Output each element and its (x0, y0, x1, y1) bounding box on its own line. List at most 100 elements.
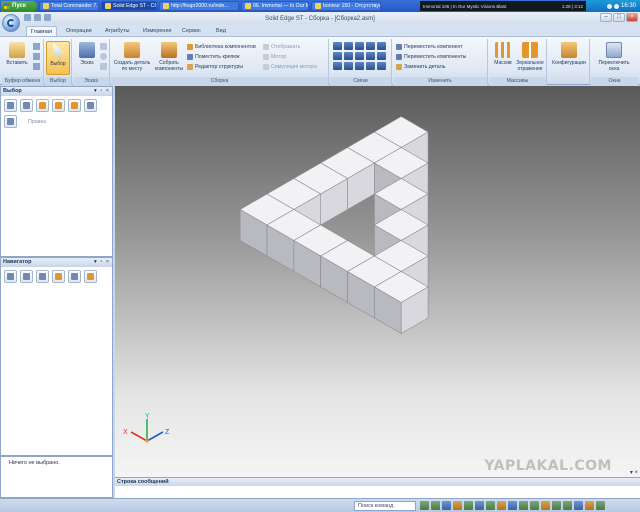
background-icon[interactable] (585, 501, 594, 510)
zoom-icon[interactable] (431, 501, 440, 510)
nav-tool-relations[interactable] (68, 270, 81, 283)
select-tools-row2: Правка (1, 112, 112, 128)
media-player-bar[interactable]: Immortal 106 | In Our Mystic Visions Bla… (420, 1, 586, 11)
taskbar-item[interactable]: Solid Edge ST - Сборк... (101, 1, 157, 11)
line-icon[interactable] (100, 63, 107, 70)
paste-button[interactable]: Вставить (4, 41, 30, 75)
circle-icon[interactable] (100, 53, 107, 60)
nav-tool-tree[interactable] (4, 270, 17, 283)
zoom-area-icon[interactable] (420, 501, 429, 510)
parallel-icon[interactable] (366, 52, 375, 60)
create-in-place-button[interactable]: Создать деталь по месту (113, 41, 151, 75)
nav-tool-groups[interactable] (52, 270, 65, 283)
render-icon[interactable] (541, 501, 550, 510)
cam-icon[interactable] (355, 52, 364, 60)
tab-home[interactable]: Главная (26, 26, 57, 36)
assemble-button[interactable]: Собрать компоненты (153, 41, 185, 75)
select-tool-component[interactable] (84, 99, 97, 112)
switch-windows-button[interactable]: Переключить окна (595, 41, 633, 75)
nav-tool-filter[interactable] (20, 270, 33, 283)
group-label: Изменить (393, 77, 487, 85)
path-icon[interactable] (377, 62, 386, 70)
group-modify: Переместить компонент Переместить компон… (393, 39, 488, 85)
section-icon[interactable] (530, 501, 539, 510)
select-tool-face[interactable] (20, 99, 33, 112)
replace-part-button[interactable]: Заменить деталь (396, 62, 445, 71)
tab-measurements[interactable]: Измерения (139, 26, 176, 36)
motor-button[interactable]: Мотор (263, 52, 286, 61)
pattern-button[interactable]: Массив (491, 41, 515, 75)
mirror-button[interactable]: Зеркальное отражение (515, 41, 545, 75)
viewport-controls[interactable]: ▾ × (630, 469, 638, 476)
structure-editor-button[interactable]: Редактор структуры (187, 62, 243, 71)
nav-tool-options[interactable] (84, 270, 97, 283)
group-configurations: Конфигурации (548, 39, 590, 85)
place-fastener-button[interactable]: Поместить крепеж (187, 52, 240, 61)
taskbar-item[interactable]: http://fsapr2000.ru/inde... (159, 1, 239, 11)
rectangle-icon[interactable] (100, 43, 107, 50)
match-icon[interactable] (344, 62, 353, 70)
rotate-icon[interactable] (464, 501, 473, 510)
select-tool-feature[interactable] (68, 99, 81, 112)
display-icon[interactable] (574, 501, 583, 510)
move-components-button[interactable]: Переместить компоненты (396, 52, 466, 61)
camera-icon[interactable] (552, 501, 561, 510)
ground-icon[interactable] (333, 62, 342, 70)
gear-icon[interactable] (377, 52, 386, 60)
planar-align-icon[interactable] (344, 42, 353, 50)
connect-icon[interactable] (377, 42, 386, 50)
configurations-button[interactable]: Конфигурации (552, 41, 586, 75)
taskbar-item[interactable]: bonivur 150 - Отсутствую (311, 1, 381, 11)
select-tool-part[interactable] (4, 99, 17, 112)
axial-align-icon[interactable] (355, 42, 364, 50)
move-component-button[interactable]: Переместить компонент (396, 42, 463, 51)
mate-icon[interactable] (333, 42, 342, 50)
tab-operations[interactable]: Операции (62, 26, 96, 36)
taskbar-items: Total Commander 7.55 r... Solid Edge ST -… (37, 1, 381, 11)
rigid-icon[interactable] (366, 62, 375, 70)
start-button[interactable]: Пуск (1, 0, 37, 12)
model-canvas[interactable]: Y X Z (115, 86, 640, 477)
command-search-input[interactable]: Поиск команд (354, 501, 416, 511)
format-painter-icon[interactable] (33, 63, 40, 70)
tab-view[interactable]: Вид (212, 26, 230, 36)
copy-icon[interactable] (33, 53, 40, 60)
edit-tool[interactable] (4, 115, 17, 128)
lights-icon[interactable] (563, 501, 572, 510)
display-button[interactable]: Отображать (263, 42, 300, 51)
sketch-view-icon[interactable] (475, 501, 484, 510)
tab-tools[interactable]: Сервис (178, 26, 205, 36)
tangent-icon[interactable] (344, 52, 353, 60)
shaded-icon[interactable] (486, 501, 495, 510)
component-library-button[interactable]: Библиотека компонентов (187, 42, 256, 51)
pane-controls[interactable]: ▾ ▫ × (94, 87, 110, 96)
maximize-button[interactable]: □ (613, 13, 625, 22)
taskbar-item[interactable]: Total Commander 7.55 r... (39, 1, 99, 11)
motor-simulation-button[interactable]: Симуляция мотора (263, 62, 317, 71)
cut-icon[interactable] (33, 43, 40, 50)
3d-viewport[interactable]: Y X Z YAPLAKAL.COM ▾ × (115, 86, 640, 477)
nav-tool-parts[interactable] (36, 270, 49, 283)
angle-icon[interactable] (333, 52, 342, 60)
iso-view-icon[interactable] (519, 501, 528, 510)
fit-icon[interactable] (442, 501, 451, 510)
taskbar-item[interactable]: 06. Immortal — In Our M... (241, 1, 309, 11)
impossible-triangle-model[interactable] (239, 116, 429, 335)
pan-icon[interactable] (453, 501, 462, 510)
center-icon[interactable] (355, 62, 364, 70)
pane-controls[interactable]: ▾ ▫ × (94, 258, 110, 267)
select-tool-subassembly[interactable] (52, 99, 65, 112)
help-icon[interactable] (596, 501, 605, 510)
minimize-button[interactable]: – (600, 13, 612, 22)
close-button[interactable]: × (626, 13, 638, 22)
select-tool-assembly[interactable] (36, 99, 49, 112)
application-button[interactable] (2, 14, 20, 32)
select-button[interactable]: Выбор (46, 41, 70, 75)
tab-attributes[interactable]: Атрибуты (101, 26, 133, 36)
wireframe-icon[interactable] (497, 501, 506, 510)
view-orient-icon[interactable] (508, 501, 517, 510)
sketch-button[interactable]: Эскиз (74, 41, 100, 75)
insert-icon[interactable] (366, 42, 375, 50)
tray-icon[interactable] (613, 3, 619, 9)
tray-icon[interactable] (606, 3, 612, 9)
